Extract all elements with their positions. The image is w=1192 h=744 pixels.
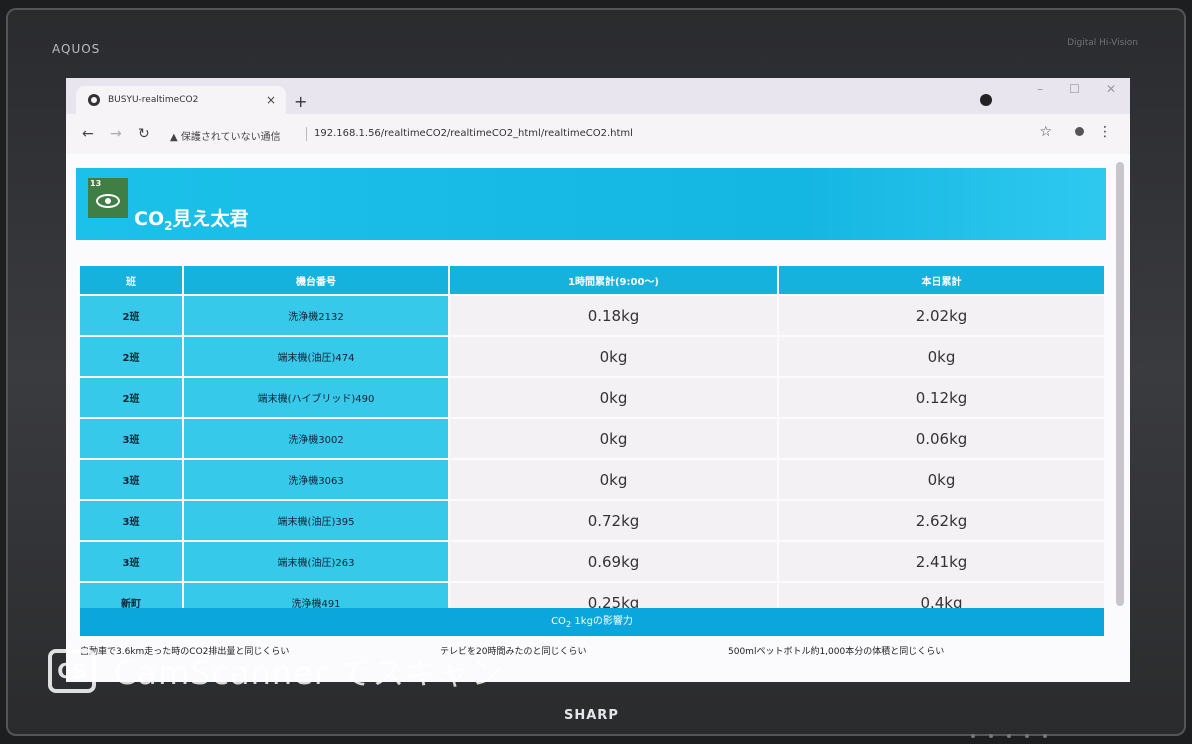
page-content: 13 CO2見え太君 班 機台番号 1時間累計(9:00〜) 本日累計 2班 洗… bbox=[66, 154, 1130, 682]
tv-bezel: AQUOS Digital Hi-Vision SHARP BUSYU-real… bbox=[6, 8, 1186, 738]
tv-model-label: Digital Hi-Vision bbox=[1067, 38, 1138, 48]
cell-daily: 0.12kg bbox=[779, 378, 1104, 417]
header-hourly: 1時間累計(9:00〜) bbox=[450, 266, 777, 294]
tv-indicator-leds bbox=[971, 734, 1047, 738]
extension-icon[interactable] bbox=[980, 94, 992, 106]
security-label: 保護されていない通信 bbox=[180, 132, 281, 143]
cell-machine: 端末機(油圧)263 bbox=[184, 542, 448, 581]
watermark-text: CamScanner でスキャン bbox=[114, 654, 505, 692]
table-row: 2班 端末機(油圧)474 0kg 0kg bbox=[80, 337, 1104, 376]
camscanner-watermark: CS CamScanner でスキャン bbox=[48, 648, 504, 694]
cell-team: 3班 bbox=[80, 542, 182, 581]
cell-machine: 洗浄機3002 bbox=[184, 419, 448, 458]
back-arrow-icon[interactable]: ← bbox=[82, 126, 94, 142]
cell-machine: 端末機(油圧)474 bbox=[184, 337, 448, 376]
tv-screen: BUSYU-realtimeCO2 × + – ☐ ✕ ← → ↻ ▲ 保護され… bbox=[66, 78, 1130, 682]
cell-machine: 洗浄機3063 bbox=[184, 460, 448, 499]
minimize-button[interactable]: – bbox=[1037, 82, 1043, 96]
impact-item-bottle: 500mlペットボトル約1,000本分の体積と同じくらい bbox=[728, 647, 945, 657]
cell-hourly: 0.18kg bbox=[450, 296, 777, 335]
address-bar-url[interactable]: 192.168.1.56/realtimeCO2/realtimeCO2_htm… bbox=[314, 128, 633, 139]
cell-team: 3班 bbox=[80, 460, 182, 499]
table-row: 3班 洗浄機3002 0kg 0.06kg bbox=[80, 419, 1104, 458]
cell-team: 2班 bbox=[80, 296, 182, 335]
camscanner-logo-icon: CS bbox=[48, 649, 96, 693]
cell-daily: 2.62kg bbox=[779, 501, 1104, 540]
tab-close-icon[interactable]: × bbox=[266, 93, 276, 107]
eye-icon bbox=[96, 194, 120, 208]
cell-daily: 2.02kg bbox=[779, 296, 1104, 335]
window-controls: – ☐ ✕ bbox=[1037, 82, 1116, 96]
cell-machine: 洗浄機2132 bbox=[184, 296, 448, 335]
profile-icon[interactable] bbox=[1075, 127, 1084, 136]
sdg13-climate-icon: 13 bbox=[88, 178, 128, 218]
globe-icon bbox=[88, 94, 100, 106]
browser-toolbar: ← → ↻ ▲ 保護されていない通信 192.168.1.56/realtime… bbox=[66, 114, 1130, 155]
cell-team: 2班 bbox=[80, 337, 182, 376]
cell-hourly: 0kg bbox=[450, 460, 777, 499]
co2-table: 班 機台番号 1時間累計(9:00〜) 本日累計 2班 洗浄機2132 0.18… bbox=[78, 264, 1106, 624]
security-indicator[interactable]: ▲ 保護されていない通信 bbox=[170, 128, 281, 143]
cell-hourly: 0kg bbox=[450, 337, 777, 376]
header-machine: 機台番号 bbox=[184, 266, 448, 294]
table-row: 3班 端末機(油圧)395 0.72kg 2.62kg bbox=[80, 501, 1104, 540]
tv-brand-bottom: SHARP bbox=[564, 708, 619, 723]
cell-hourly: 0.69kg bbox=[450, 542, 777, 581]
warning-icon: ▲ bbox=[170, 132, 178, 143]
browser-tab-strip: BUSYU-realtimeCO2 × + – ☐ ✕ bbox=[66, 78, 1130, 114]
table-row: 3班 洗浄機3063 0kg 0kg bbox=[80, 460, 1104, 499]
cell-daily: 0.06kg bbox=[779, 419, 1104, 458]
cell-team: 3班 bbox=[80, 501, 182, 540]
page-scrollbar[interactable] bbox=[1116, 162, 1124, 606]
impact-heading: CO2 1kgの影響力 bbox=[80, 608, 1104, 636]
browser-tab[interactable]: BUSYU-realtimeCO2 × bbox=[76, 86, 286, 114]
header-team: 班 bbox=[80, 266, 182, 294]
table-row: 3班 端末機(油圧)263 0.69kg 2.41kg bbox=[80, 542, 1104, 581]
bookmark-star-icon[interactable]: ☆ bbox=[1039, 124, 1052, 140]
reload-icon[interactable]: ↻ bbox=[138, 126, 150, 142]
app-header: 13 CO2見え太君 bbox=[76, 168, 1106, 240]
sdg-number: 13 bbox=[90, 179, 102, 188]
new-tab-button[interactable]: + bbox=[294, 92, 307, 111]
address-divider bbox=[306, 127, 307, 141]
cell-daily: 0kg bbox=[779, 337, 1104, 376]
menu-kebab-icon[interactable]: ⋮ bbox=[1098, 124, 1112, 140]
header-daily: 本日累計 bbox=[779, 266, 1104, 294]
forward-arrow-icon[interactable]: → bbox=[110, 126, 122, 142]
cell-daily: 2.41kg bbox=[779, 542, 1104, 581]
cell-hourly: 0.72kg bbox=[450, 501, 777, 540]
cell-daily: 0kg bbox=[779, 460, 1104, 499]
cell-hourly: 0kg bbox=[450, 378, 777, 417]
app-title: CO2見え太君 bbox=[134, 208, 249, 233]
cell-team: 2班 bbox=[80, 378, 182, 417]
table-row: 2班 端末機(ハイブリッド)490 0kg 0.12kg bbox=[80, 378, 1104, 417]
cell-machine: 端末機(油圧)395 bbox=[184, 501, 448, 540]
tab-title: BUSYU-realtimeCO2 bbox=[108, 95, 199, 105]
maximize-button[interactable]: ☐ bbox=[1069, 82, 1080, 96]
tv-brand-top: AQUOS bbox=[52, 42, 101, 56]
table-row: 2班 洗浄機2132 0.18kg 2.02kg bbox=[80, 296, 1104, 335]
cell-hourly: 0kg bbox=[450, 419, 777, 458]
table-header-row: 班 機台番号 1時間累計(9:00〜) 本日累計 bbox=[80, 266, 1104, 294]
close-window-button[interactable]: ✕ bbox=[1106, 82, 1116, 96]
cell-machine: 端末機(ハイブリッド)490 bbox=[184, 378, 448, 417]
cell-team: 3班 bbox=[80, 419, 182, 458]
